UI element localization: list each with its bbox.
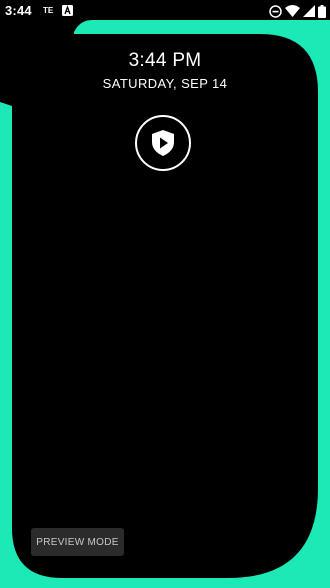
status-carrier-label: TE	[43, 6, 54, 15]
signal-icon	[303, 5, 315, 17]
shield-play-button[interactable]	[135, 115, 191, 171]
preview-mode-button[interactable]: PREVIEW MODE	[31, 528, 124, 556]
status-icons	[269, 4, 326, 18]
clock-time: 3:44 PM	[128, 50, 202, 71]
battery-icon	[318, 4, 326, 18]
clock-date: SATURDAY, SEP 14	[102, 76, 228, 91]
shield-play-icon	[152, 130, 174, 156]
do-not-disturb-icon	[269, 4, 282, 18]
wifi-icon	[285, 5, 300, 17]
status-time: 3:44	[5, 3, 32, 18]
status-bar: 3:44 TE	[0, 0, 330, 24]
a-notification-icon	[62, 5, 73, 16]
